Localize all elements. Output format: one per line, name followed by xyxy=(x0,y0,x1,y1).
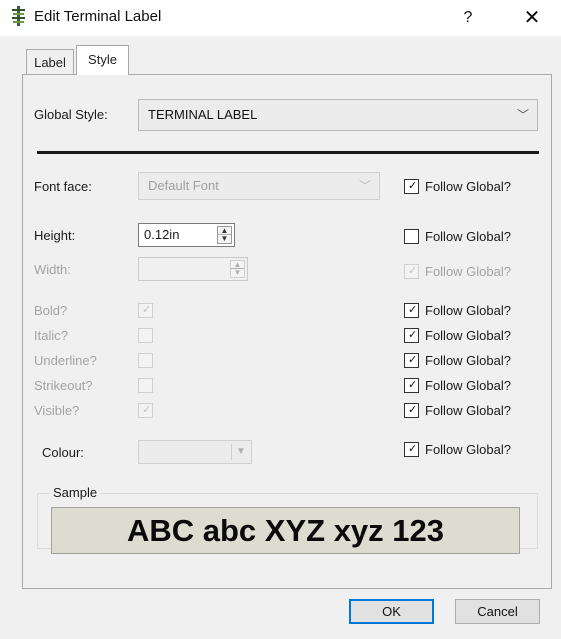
strikeout-follow-global-checkbox[interactable]: ✓ xyxy=(404,378,419,393)
ok-button[interactable]: OK xyxy=(349,599,434,624)
chevron-down-icon: ▼ xyxy=(236,446,246,457)
sample-groupbox: Sample ABC abc XYZ xyz 123 xyxy=(37,485,538,554)
width-spin-buttons: ▲ ▼ xyxy=(230,260,245,278)
check-icon: ✓ xyxy=(408,329,418,341)
strikeout-label: Strikeout? xyxy=(34,378,93,393)
bold-label: Bold? xyxy=(34,303,68,318)
bold-follow-global-checkbox[interactable]: ✓ xyxy=(404,303,419,318)
font-face-value: Default Font xyxy=(148,178,219,193)
height-follow-global-label: Follow Global? xyxy=(425,229,511,244)
cancel-button[interactable]: Cancel xyxy=(455,599,540,624)
window-title: Edit Terminal Label xyxy=(34,8,162,25)
check-icon: ✓ xyxy=(408,304,418,316)
italic-follow-global-label: Follow Global? xyxy=(425,328,511,343)
height-spinner[interactable]: 0.12in ▲ ▼ xyxy=(138,223,235,247)
height-follow-global-checkbox[interactable] xyxy=(404,229,419,244)
chevron-down-icon: ﹀ xyxy=(516,108,529,122)
terminal-label-icon xyxy=(10,5,28,27)
width-follow-global-label: Follow Global? xyxy=(425,264,511,279)
italic-follow-global-checkbox[interactable]: ✓ xyxy=(404,328,419,343)
check-icon: ✓ xyxy=(408,180,418,192)
strikeout-checkbox[interactable] xyxy=(138,378,153,393)
check-icon: ✓ xyxy=(408,404,418,416)
tab-label[interactable]: Label xyxy=(26,49,74,74)
underline-follow-global-label: Follow Global? xyxy=(425,353,511,368)
bold-checkbox[interactable]: ✓ xyxy=(138,303,153,318)
check-icon: ✓ xyxy=(408,443,418,455)
colour-label: Colour: xyxy=(42,445,84,460)
strikeout-follow-global-label: Follow Global? xyxy=(425,378,511,393)
visible-follow-global-label: Follow Global? xyxy=(425,403,511,418)
font-face-label: Font face: xyxy=(34,179,92,194)
underline-follow-global-checkbox[interactable]: ✓ xyxy=(404,353,419,368)
colour-picker[interactable]: ▼ xyxy=(138,440,252,464)
width-follow-global-checkbox[interactable]: ✓ xyxy=(404,264,419,279)
font-face-select[interactable]: Default Font ﹀ xyxy=(138,172,380,200)
font-face-follow-global-label: Follow Global? xyxy=(425,179,511,194)
colour-picker-separator xyxy=(231,444,232,460)
width-label: Width: xyxy=(34,262,71,277)
title-bar: Edit Terminal Label ? ✕ xyxy=(0,0,561,36)
sample-text: ABC abc XYZ xyz 123 xyxy=(126,513,445,548)
help-button[interactable]: ? xyxy=(452,4,484,32)
visible-checkbox[interactable]: ✓ xyxy=(138,403,153,418)
check-icon: ✓ xyxy=(142,304,152,316)
colour-follow-global-checkbox[interactable]: ✓ xyxy=(404,442,419,457)
sample-group-title: Sample xyxy=(50,485,101,500)
colour-follow-global-label: Follow Global? xyxy=(425,442,511,457)
section-divider xyxy=(37,151,539,154)
height-spin-buttons: ▲ ▼ xyxy=(217,226,232,244)
visible-follow-global-checkbox[interactable]: ✓ xyxy=(404,403,419,418)
style-tab-panel: Global Style: TERMINAL LABEL ﹀ Font face… xyxy=(22,74,552,589)
underline-label: Underline? xyxy=(34,353,97,368)
global-style-label: Global Style: xyxy=(34,107,108,122)
italic-label: Italic? xyxy=(34,328,68,343)
check-icon: ✓ xyxy=(408,265,418,277)
chevron-down-icon: ﹀ xyxy=(358,179,371,193)
global-style-value: TERMINAL LABEL xyxy=(148,107,258,122)
close-button[interactable]: ✕ xyxy=(515,4,549,32)
height-value: 0.12in xyxy=(144,227,180,242)
check-icon: ✓ xyxy=(408,354,418,366)
dialog-body: Label Style Global Style: TERMINAL LABEL… xyxy=(0,36,561,639)
spin-down-icon[interactable]: ▼ xyxy=(231,269,244,277)
visible-label: Visible? xyxy=(34,403,80,418)
global-style-select[interactable]: TERMINAL LABEL ﹀ xyxy=(138,99,538,131)
width-spinner[interactable]: ▲ ▼ xyxy=(138,257,248,281)
tab-style[interactable]: Style xyxy=(76,45,129,75)
sample-preview: ABC abc XYZ xyz 123 xyxy=(51,507,520,554)
height-label: Height: xyxy=(34,228,76,243)
italic-checkbox[interactable] xyxy=(138,328,153,343)
check-icon: ✓ xyxy=(142,404,152,416)
spin-down-icon[interactable]: ▼ xyxy=(218,235,231,243)
font-face-follow-global-checkbox[interactable]: ✓ xyxy=(404,179,419,194)
bold-follow-global-label: Follow Global? xyxy=(425,303,511,318)
underline-checkbox[interactable] xyxy=(138,353,153,368)
check-icon: ✓ xyxy=(408,379,418,391)
